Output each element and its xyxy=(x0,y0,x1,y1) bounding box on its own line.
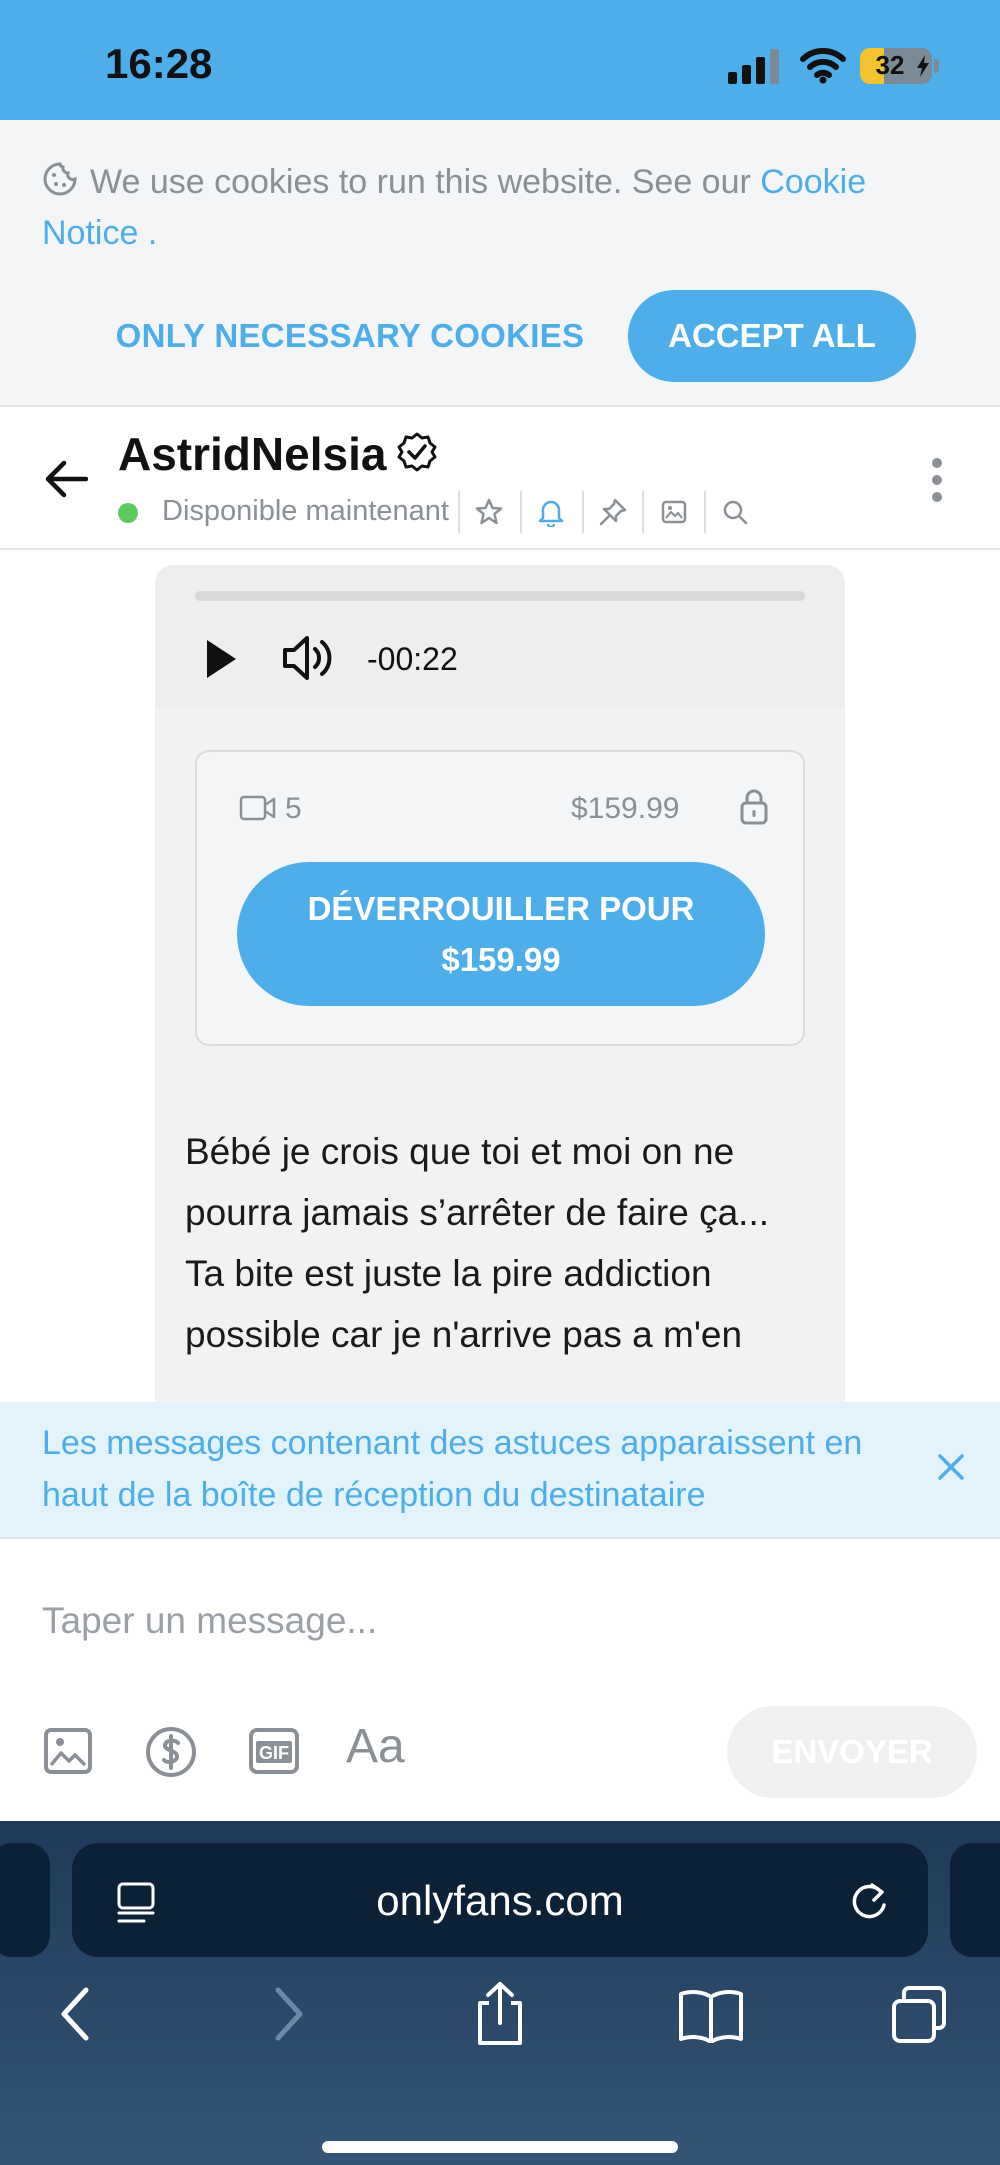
svg-text:GIF: GIF xyxy=(259,1743,289,1763)
gif-icon[interactable]: GIF xyxy=(248,1725,300,1777)
cellular-signal-icon xyxy=(728,49,779,84)
locked-price: $159.99 xyxy=(571,792,680,825)
previous-tab-edge[interactable] xyxy=(0,1843,50,1957)
share-icon[interactable] xyxy=(470,1981,530,2047)
cookie-banner: We use cookies to run this website. See … xyxy=(0,120,1000,407)
video-icon xyxy=(239,795,276,821)
cookie-notice-text: We use cookies to run this website. See … xyxy=(42,157,962,259)
header-divider xyxy=(458,491,460,533)
audio-player: -00:22 xyxy=(155,565,845,709)
reload-icon[interactable] xyxy=(848,1879,890,1923)
next-tab-edge[interactable] xyxy=(950,1843,1000,1957)
cookie-text-suffix: . xyxy=(138,214,158,252)
lock-icon xyxy=(740,789,768,825)
verified-badge-icon xyxy=(397,432,437,472)
pin-icon[interactable] xyxy=(598,497,628,527)
text-format-button[interactable]: Aa xyxy=(346,1719,405,1774)
header-divider xyxy=(582,491,584,533)
browser-back-icon[interactable] xyxy=(58,1987,92,2041)
online-status-dot xyxy=(118,503,138,523)
browser-toolbar: onlyfans.com xyxy=(0,1821,1000,2165)
home-indicator xyxy=(322,2141,678,2153)
browser-forward-icon[interactable] xyxy=(272,1987,306,2041)
header-divider xyxy=(642,491,644,533)
more-options-icon[interactable] xyxy=(930,457,944,503)
back-arrow-icon[interactable] xyxy=(44,459,88,499)
message-thread[interactable]: -00:22 5 $159.99 DÉVERROUILLER POUR $159… xyxy=(0,551,1000,1402)
send-button[interactable]: ENVOYER xyxy=(727,1706,977,1798)
wifi-icon xyxy=(800,48,846,84)
locked-content-card: 5 $159.99 DÉVERROUILLER POUR $159.99 xyxy=(195,750,805,1046)
chat-header: AstridNelsia Disponible maintenant xyxy=(0,409,1000,550)
battery-icon: 32 xyxy=(860,48,932,84)
volume-icon[interactable] xyxy=(281,633,337,683)
only-necessary-cookies-button[interactable]: ONLY NECESSARY COOKIES xyxy=(110,290,590,382)
media-gallery-icon[interactable] xyxy=(659,497,689,527)
video-count: 5 xyxy=(285,792,302,825)
chat-username[interactable]: AstridNelsia xyxy=(118,427,386,481)
header-divider xyxy=(520,491,522,533)
search-icon[interactable] xyxy=(720,497,750,527)
tip-dollar-icon[interactable] xyxy=(144,1725,198,1779)
play-icon[interactable] xyxy=(203,637,239,681)
close-icon[interactable] xyxy=(936,1452,966,1482)
message-bubble: -00:22 5 $159.99 DÉVERROUILLER POUR $159… xyxy=(155,565,845,1402)
unlock-button[interactable]: DÉVERROUILLER POUR $159.99 xyxy=(237,862,765,1006)
star-icon[interactable] xyxy=(474,497,504,527)
unlock-label-line1: DÉVERROUILLER POUR xyxy=(307,890,695,927)
battery-level: 32 xyxy=(875,50,905,80)
charging-bolt-icon xyxy=(917,55,929,77)
audio-progress-bar[interactable] xyxy=(195,591,805,601)
accept-all-button[interactable]: ACCEPT ALL xyxy=(628,290,916,382)
tip-notice-banner: Les messages contenant des astuces appar… xyxy=(0,1402,1000,1537)
status-time: 16:28 xyxy=(105,40,213,87)
bell-icon[interactable] xyxy=(536,497,566,527)
status-bar: 16:28 32 xyxy=(0,0,1000,120)
message-input[interactable] xyxy=(42,1591,942,1651)
message-composer: GIF Aa ENVOYER xyxy=(0,1537,1000,1821)
message-text: Bébé je crois que toi et moi on ne pourr… xyxy=(185,1131,770,1355)
bookmarks-icon[interactable] xyxy=(678,1987,744,2043)
image-upload-icon[interactable] xyxy=(42,1725,94,1777)
address-bar[interactable]: onlyfans.com xyxy=(72,1843,928,1957)
header-divider xyxy=(704,491,706,533)
unlock-label-line2: $159.99 xyxy=(441,941,561,978)
url-text: onlyfans.com xyxy=(376,1877,624,1924)
availability-status: Disponible maintenant xyxy=(162,495,449,527)
audio-time-remaining: -00:22 xyxy=(367,641,458,677)
cookie-text: We use cookies to run this website. See … xyxy=(90,163,761,201)
cookie-icon xyxy=(43,162,77,196)
tip-notice-text: Les messages contenant des astuces appar… xyxy=(42,1424,863,1514)
battery-tip xyxy=(934,59,939,73)
tabs-icon[interactable] xyxy=(890,1985,952,2045)
